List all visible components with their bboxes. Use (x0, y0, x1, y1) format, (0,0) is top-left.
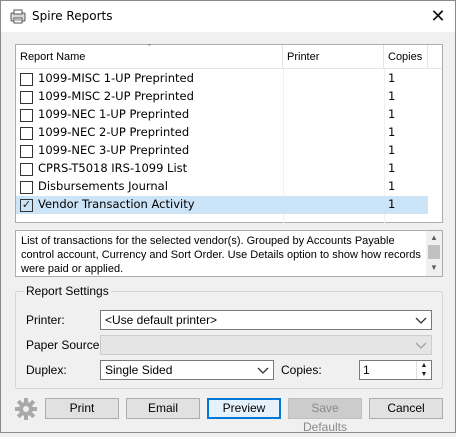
list-item[interactable]: 1099-MISC 2-UP Preprinted 1 (16, 88, 428, 106)
report-copies: 1 (388, 179, 396, 193)
preview-button[interactable]: Preview (207, 398, 281, 419)
report-name: Vendor Transaction Activity (38, 197, 195, 211)
paper-source-select[interactable] (100, 335, 432, 355)
scroll-thumb[interactable] (428, 245, 440, 259)
report-copies: 1 (388, 125, 396, 139)
list-item[interactable]: ✓ Vendor Transaction Activity 1 (16, 196, 428, 214)
report-description: List of transactions for the selected ve… (15, 230, 443, 277)
chevron-down-icon (415, 342, 427, 349)
report-checkbox[interactable] (20, 91, 33, 104)
report-checkbox[interactable] (20, 181, 33, 194)
window-title: Spire Reports (32, 9, 113, 23)
gear-icon[interactable] (14, 397, 38, 421)
report-window-icon (10, 9, 26, 24)
printer-label: Printer: (26, 313, 65, 327)
report-settings-group: Report Settings Printer: <Use default pr… (15, 284, 443, 389)
close-button[interactable]: ✕ (421, 1, 455, 32)
spin-down-icon[interactable]: ▼ (417, 370, 431, 379)
description-scrollbar[interactable]: ▲ ▼ (426, 231, 442, 276)
email-button[interactable]: Email (126, 398, 200, 419)
reports-list[interactable]: Report Name ˇ Printer Copies 1099-MISC 1… (15, 43, 443, 236)
chevron-down-icon (415, 317, 427, 324)
spire-reports-dialog: Spire Reports ✕ Report Name ˇ Printer Co… (0, 0, 456, 434)
list-item[interactable]: 1099-NEC 1-UP Preprinted 1 (16, 106, 428, 124)
sort-indicator-icon: ˇ (148, 43, 151, 53)
list-item[interactable]: 1099-NEC 3-UP Preprinted 1 (16, 142, 428, 160)
report-name: 1099-MISC 2-UP Preprinted (38, 89, 194, 103)
report-checkbox[interactable] (20, 127, 33, 140)
report-copies: 1 (388, 143, 396, 157)
list-item[interactable]: 1099-MISC 1-UP Preprinted 1 (16, 70, 428, 88)
copies-label: Copies: (281, 363, 322, 377)
report-checkbox[interactable] (20, 109, 33, 122)
scroll-up-icon[interactable]: ▲ (428, 232, 440, 244)
duplex-label: Duplex: (26, 363, 67, 377)
cancel-button[interactable]: Cancel (369, 398, 443, 419)
report-name: 1099-NEC 1-UP Preprinted (38, 107, 190, 121)
print-button[interactable]: Print (45, 398, 119, 419)
paper-source-label: Paper Source: (26, 338, 103, 352)
chevron-down-icon (257, 367, 269, 374)
report-checkbox[interactable] (20, 145, 33, 158)
printer-select[interactable]: <Use default printer> (100, 310, 432, 330)
save-defaults-button[interactable]: Save Defaults (288, 398, 362, 434)
column-header-copies[interactable]: Copies (384, 45, 428, 69)
title-bar[interactable]: Spire Reports ✕ (1, 1, 455, 32)
report-name: CPRS-T5018 IRS-1099 List (38, 161, 188, 175)
report-checkbox[interactable] (20, 163, 33, 176)
report-copies: 1 (388, 89, 396, 103)
report-name: Disbursements Journal (38, 179, 168, 193)
copies-spin-buttons: ▲ ▼ (416, 361, 431, 379)
copies-stepper[interactable]: 1 ▲ ▼ (359, 360, 432, 380)
column-header-printer[interactable]: Printer (283, 45, 384, 69)
printer-select-value: <Use default printer> (105, 313, 218, 327)
copies-value: 1 (363, 363, 370, 377)
duplex-select-value: Single Sided (105, 363, 173, 377)
close-icon: ✕ (430, 6, 446, 26)
list-item[interactable]: CPRS-T5018 IRS-1099 List 1 (16, 160, 428, 178)
report-settings-title: Report Settings (24, 284, 111, 298)
duplex-select[interactable]: Single Sided (100, 360, 274, 380)
report-name: 1099-MISC 1-UP Preprinted (38, 71, 194, 85)
spin-up-icon[interactable]: ▲ (417, 361, 431, 370)
list-item[interactable]: 1099-NEC 2-UP Preprinted 1 (16, 124, 428, 142)
report-copies: 1 (388, 71, 396, 85)
list-header: Report Name ˇ Printer Copies (16, 43, 442, 69)
report-name: 1099-NEC 3-UP Preprinted (38, 143, 190, 157)
report-copies: 1 (388, 197, 396, 211)
report-checkbox[interactable]: ✓ (20, 199, 33, 212)
report-checkbox[interactable] (20, 73, 33, 86)
description-text: List of transactions for the selected ve… (21, 235, 421, 275)
list-item[interactable]: Disbursements Journal 1 (16, 178, 428, 196)
scroll-down-icon[interactable]: ▼ (428, 262, 440, 274)
report-name: 1099-NEC 2-UP Preprinted (38, 125, 190, 139)
report-copies: 1 (388, 107, 396, 121)
report-copies: 1 (388, 161, 396, 175)
